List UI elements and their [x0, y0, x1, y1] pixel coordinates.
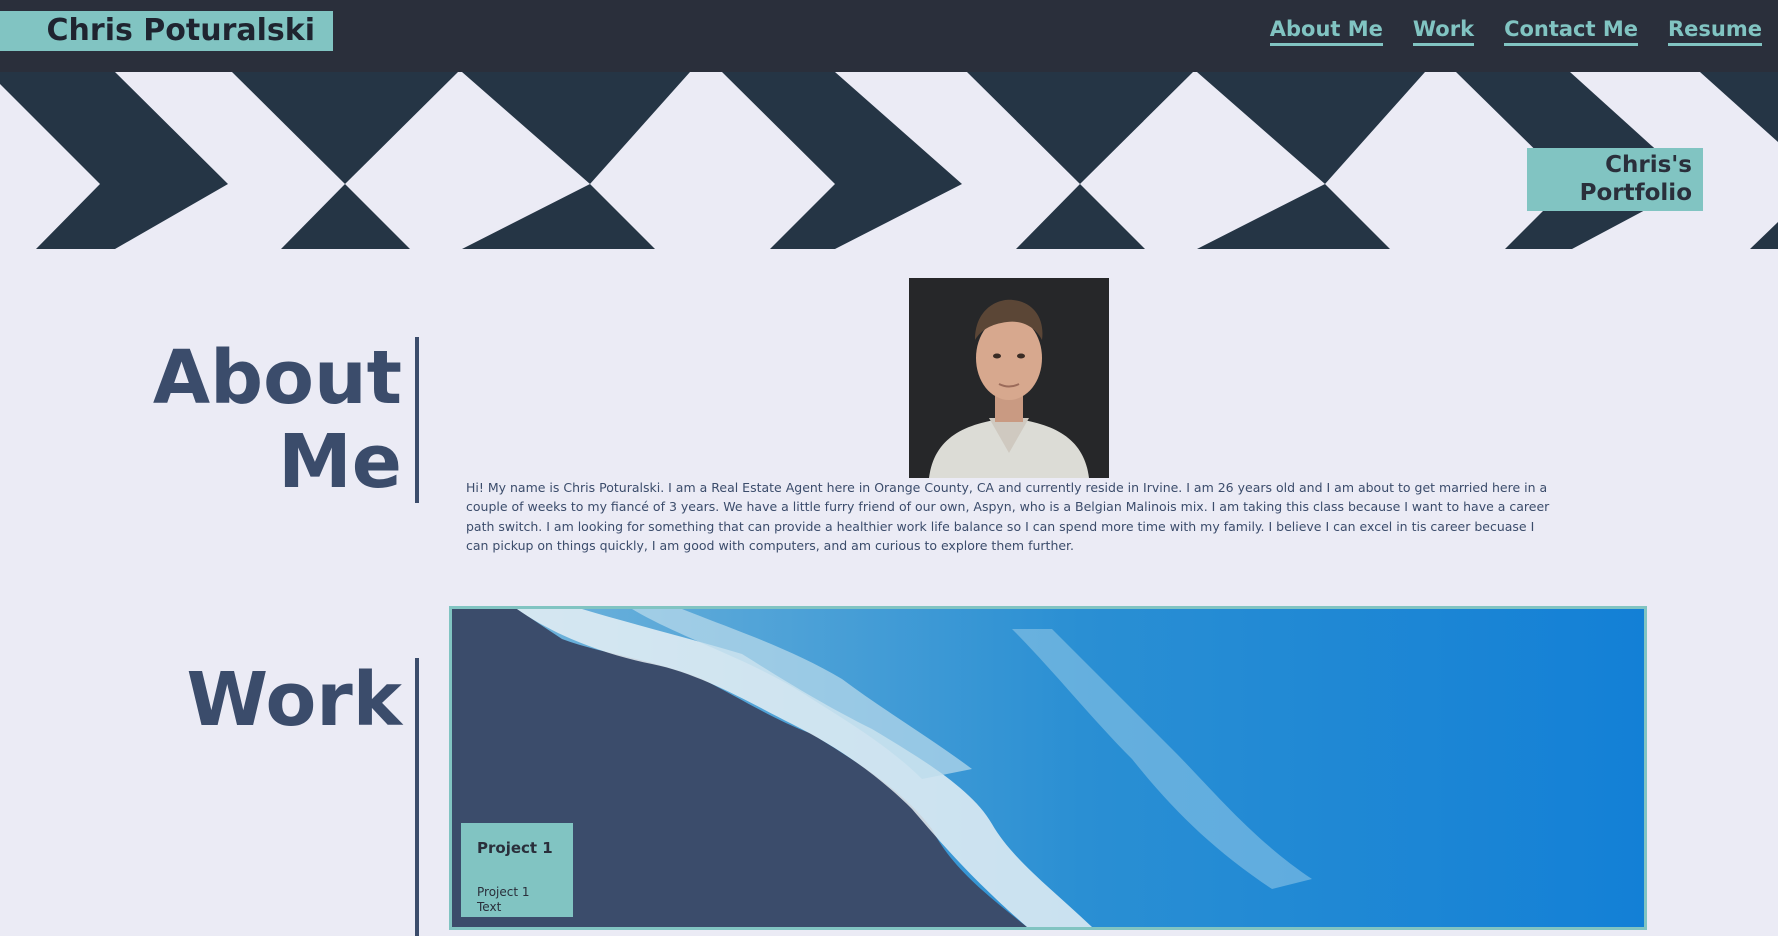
chevron-pattern-icon	[0, 72, 1778, 249]
main-nav: About Me Work Contact Me Resume	[1269, 16, 1762, 46]
project-card[interactable]: Project 1 Project 1 Text	[461, 823, 573, 917]
project-text: Project 1 Text	[477, 885, 530, 914]
hero-banner: Chris's Portfolio	[0, 72, 1778, 249]
site-header: Chris Poturalski About Me Work Contact M…	[0, 0, 1778, 72]
work-title: Work	[186, 657, 402, 743]
about-bio: Hi! My name is Chris Poturalski. I am a …	[466, 480, 1550, 554]
nav-about-me[interactable]: About Me	[1269, 16, 1383, 46]
project-image-frame: Project 1 Project 1 Text	[449, 606, 1647, 930]
profile-photo	[909, 278, 1109, 478]
about-divider	[415, 337, 419, 503]
work-divider	[415, 658, 419, 936]
nav-contact-me[interactable]: Contact Me	[1504, 16, 1638, 46]
portfolio-badge: Chris's Portfolio	[1527, 148, 1703, 211]
brand-name[interactable]: Chris Poturalski	[0, 11, 333, 51]
ocean-coast-image-icon	[452, 609, 1644, 927]
nav-work[interactable]: Work	[1412, 16, 1475, 46]
nav-resume[interactable]: Resume	[1668, 16, 1762, 46]
about-me-title: About Me	[152, 335, 402, 505]
portrait-photo-icon	[909, 278, 1109, 478]
project-title: Project 1	[477, 839, 553, 857]
